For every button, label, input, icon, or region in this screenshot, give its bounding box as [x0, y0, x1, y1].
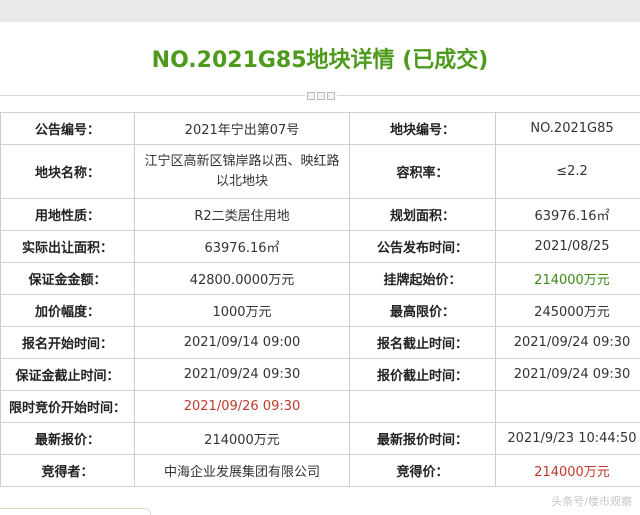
label-latest-quote: 最新报价： [0, 422, 135, 455]
empty-cell [349, 390, 496, 423]
table-row: 保证金截止时间： 2021/09/24 09:30 报价截止时间： 2021/0… [0, 358, 640, 391]
table-row: 最新报价： 214000万元 最新报价时间： 2021/9/23 10:44:5… [0, 422, 640, 455]
value-actual-area: 63976.16㎡ [134, 230, 350, 263]
parcel-detail-table: 公告编号： 2021年宁出第07号 地块编号： NO.2021G85 地块名称：… [0, 112, 640, 487]
value-quote-deadline: 2021/09/24 09:30 [495, 358, 640, 391]
label-timed-bid-start: 限时竞价开始时间： [0, 390, 135, 423]
watermark: 头条号/楼市观察 [551, 495, 632, 508]
label-reg-end: 报名截止时间： [349, 326, 496, 359]
label-increment: 加价幅度： [0, 294, 135, 327]
table-row: 限时竞价开始时间： 2021/09/26 09:30 [0, 390, 640, 423]
label-parcel-name: 地块名称： [0, 144, 135, 199]
table-row: 公告编号： 2021年宁出第07号 地块编号： NO.2021G85 [0, 112, 640, 145]
label-deposit-deadline: 保证金截止时间： [0, 358, 135, 391]
value-publish-time: 2021/08/25 [495, 230, 640, 263]
value-increment: 1000万元 [134, 294, 350, 327]
top-bar [0, 0, 640, 22]
bottom-tab-edge [0, 508, 151, 515]
label-deposit: 保证金金额： [0, 262, 135, 295]
table-row: 保证金金额： 42800.0000万元 挂牌起始价： 214000万元 [0, 262, 640, 295]
empty-cell [495, 390, 640, 423]
label-announcement-no: 公告编号： [0, 112, 135, 145]
label-latest-quote-time: 最新报价时间： [349, 422, 496, 455]
value-land-use: R2二类居住用地 [134, 198, 350, 231]
value-latest-quote: 214000万元 [134, 422, 350, 455]
label-winner: 竞得者： [0, 454, 135, 487]
label-planned-area: 规划面积： [349, 198, 496, 231]
value-deposit-deadline: 2021/09/24 09:30 [134, 358, 350, 391]
value-latest-quote-time: 2021/9/23 10:44:50 [495, 422, 640, 455]
ornament-square-icon [327, 91, 335, 100]
value-winning-price: 214000万元 [495, 454, 640, 487]
value-starting-price: 214000万元 [495, 262, 640, 295]
label-plot-ratio: 容积率： [349, 144, 496, 199]
value-planned-area: 63976.16㎡ [495, 198, 640, 231]
value-max-price: 245000万元 [495, 294, 640, 327]
label-starting-price: 挂牌起始价： [349, 262, 496, 295]
table-row: 加价幅度： 1000万元 最高限价： 245000万元 [0, 294, 640, 327]
table-row: 报名开始时间： 2021/09/14 09:00 报名截止时间： 2021/09… [0, 326, 640, 359]
label-actual-area: 实际出让面积： [0, 230, 135, 263]
ornament-square-icon [307, 91, 315, 100]
value-announcement-no: 2021年宁出第07号 [134, 112, 350, 145]
table-row: 地块名称： 江宁区高新区锦岸路以西、映红路以北地块 容积率： ≤2.2 [0, 144, 640, 199]
value-reg-end: 2021/09/24 09:30 [495, 326, 640, 359]
ornament-square-icon [317, 91, 325, 100]
value-timed-bid-start: 2021/09/26 09:30 [134, 390, 350, 423]
label-publish-time: 公告发布时间： [349, 230, 496, 263]
label-winning-price: 竞得价： [349, 454, 496, 487]
table-row: 竞得者： 中海企业发展集团有限公司 竞得价： 214000万元 [0, 454, 640, 487]
label-reg-start: 报名开始时间： [0, 326, 135, 359]
label-quote-deadline: 报价截止时间： [349, 358, 496, 391]
value-parcel-no: NO.2021G85 [495, 112, 640, 145]
label-parcel-no: 地块编号： [349, 112, 496, 145]
value-plot-ratio: ≤2.2 [495, 144, 640, 199]
table-row: 实际出让面积： 63976.16㎡ 公告发布时间： 2021/08/25 [0, 230, 640, 263]
value-deposit: 42800.0000万元 [134, 262, 350, 295]
value-parcel-name: 江宁区高新区锦岸路以西、映红路以北地块 [134, 144, 350, 199]
value-reg-start: 2021/09/14 09:00 [134, 326, 350, 359]
table-row: 用地性质： R2二类居住用地 规划面积： 63976.16㎡ [0, 198, 640, 231]
page-title: NO.2021G85地块详情 (已成交) [151, 48, 489, 73]
divider-ornament [305, 90, 337, 101]
label-max-price: 最高限价： [349, 294, 496, 327]
value-winner: 中海企业发展集团有限公司 [134, 454, 350, 487]
label-land-use: 用地性质： [0, 198, 135, 231]
